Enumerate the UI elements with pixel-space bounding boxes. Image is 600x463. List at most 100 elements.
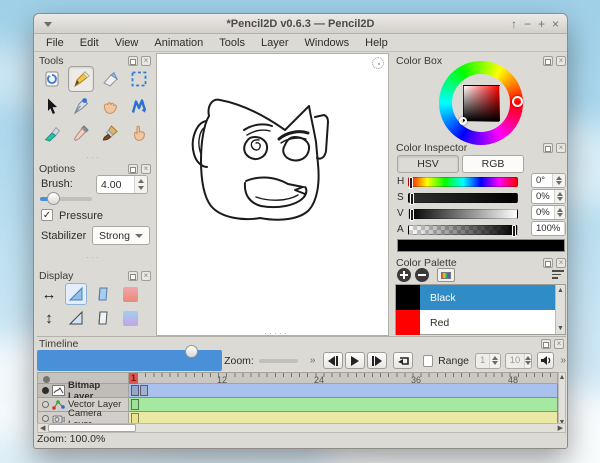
timeline-vertical-scrollbar[interactable]: ▲ ▼ [558,372,566,428]
close-button[interactable]: × [552,14,559,34]
next-frame-button[interactable] [367,352,387,369]
menu-layer[interactable]: Layer [253,35,297,51]
flip-vertical-button[interactable]: ↕ [38,307,60,329]
titlebar[interactable]: *Pencil2D v0.6.3 — Pencil2D ↑ − + × [34,14,567,34]
prev-frame-button[interactable] [323,352,343,369]
tool-eraser-button[interactable] [97,66,123,92]
onion-blue-button[interactable] [119,307,141,329]
tool-pencil-button[interactable] [68,66,94,92]
hue-slider[interactable] [408,177,518,187]
keyframe-cell[interactable] [131,399,139,410]
scroll-right-icon[interactable]: ▶ [558,425,563,432]
onion-red-button[interactable] [119,283,141,305]
sv-handle[interactable] [459,117,467,125]
value-slider[interactable] [408,209,518,219]
onion-prev-button[interactable] [65,283,87,305]
tool-clear-button[interactable] [39,66,65,92]
colorbox-close-icon[interactable] [556,56,566,66]
tool-brush-button[interactable] [97,120,123,146]
layer-label-bitmap[interactable]: Bitmap Layer [37,384,129,398]
tool-select-button[interactable] [126,66,152,92]
alpha-slider[interactable] [408,225,518,235]
onion-next-button[interactable] [65,307,87,329]
tool-finger-button[interactable] [126,120,152,146]
menu-tools[interactable]: Tools [211,35,253,51]
tool-pen-button[interactable] [68,93,94,119]
display-close-icon[interactable] [141,271,151,281]
onion-skin-outline-button[interactable] [92,307,114,329]
palette-list-menu-icon[interactable] [552,270,564,280]
colorbox-float-icon[interactable] [543,56,553,66]
timeline-horizontal-scrollbar[interactable]: ◀ ▶ [37,423,566,433]
menu-help[interactable]: Help [357,35,396,51]
range-end-spinbox[interactable]: 10 [505,353,532,369]
splitter-handle[interactable]: ··· [86,252,101,262]
saturation-value-square[interactable] [463,85,500,122]
menu-edit[interactable]: Edit [72,35,107,51]
tab-hsv[interactable]: HSV [397,155,459,173]
tool-polyline-button[interactable] [126,93,152,119]
options-float-icon[interactable] [128,164,138,174]
layer-visibility-icon[interactable] [42,415,49,422]
palette-item-black[interactable]: Black [396,285,565,310]
visibility-all-icon[interactable] [43,376,50,383]
brush-size-spinbox[interactable]: 4.00 [96,175,148,194]
track-vector[interactable] [129,398,558,412]
tool-eyedropper-button[interactable] [68,120,94,146]
scrollbar-thumb[interactable] [48,424,136,432]
track-bitmap[interactable] [129,384,558,398]
drawing-canvas[interactable] [156,53,389,336]
display-float-icon[interactable] [128,271,138,281]
value-spinbox[interactable]: 0% [531,205,566,220]
keep-above-button[interactable]: ↑ [511,14,517,34]
maximize-button[interactable]: + [538,14,545,34]
colorpalette-float-icon[interactable] [543,258,553,268]
brush-size-slider[interactable] [40,197,92,201]
loop-button[interactable] [393,352,413,369]
minimize-button[interactable]: − [524,14,531,34]
frame-ruler[interactable]: 1 12 24 36 48 [129,372,558,384]
options-close-icon[interactable] [141,164,151,174]
color-wheel[interactable] [439,61,523,145]
remove-color-button[interactable] [415,268,429,282]
playhead[interactable]: 1 [129,373,138,384]
toolbar-overflow-right[interactable]: » [560,355,566,366]
window-menu-icon[interactable] [44,22,52,27]
colorpalette-close-icon[interactable] [556,258,566,268]
palette-item-red[interactable]: Red [396,310,565,335]
menu-view[interactable]: View [107,35,147,51]
timeline-close-icon[interactable] [554,339,564,349]
tool-smudge-button[interactable] [39,120,65,146]
tools-close-icon[interactable] [141,56,151,66]
tab-rgb[interactable]: RGB [462,155,524,173]
add-color-button[interactable] [397,268,411,282]
keyframe-cell[interactable] [140,385,148,396]
onion-skin-button[interactable] [92,283,114,305]
scroll-left-icon[interactable]: ◀ [40,425,45,432]
saturation-slider[interactable] [408,193,518,203]
colorinspector-float-icon[interactable] [543,143,553,153]
tools-float-icon[interactable] [128,56,138,66]
play-button[interactable] [345,352,365,369]
tool-hand-button[interactable] [97,93,123,119]
toolbar-overflow-left[interactable]: » [310,355,316,366]
layer-visibility-icon[interactable] [42,401,49,408]
colorinspector-close-icon[interactable] [556,143,566,153]
alpha-spinbox[interactable]: 100% [531,221,566,236]
palette-swatch-mode-button[interactable] [437,268,455,282]
canvas-overlay-icon[interactable] [372,57,384,69]
range-start-spinbox[interactable]: 1 [475,353,501,369]
tool-move-button[interactable] [39,93,65,119]
layer-visibility-icon[interactable] [42,387,49,394]
palette-scrollbar[interactable]: ▲ ▼ [555,285,565,334]
keyframe-cell[interactable] [131,385,139,396]
splitter-handle[interactable]: ··· [86,152,101,162]
menu-file[interactable]: File [38,35,72,51]
range-checkbox[interactable] [423,355,433,367]
scroll-up-icon[interactable]: ▲ [557,287,564,294]
timeline-float-icon[interactable] [541,339,551,349]
scroll-up-icon[interactable]: ▲ [559,374,566,381]
menu-animation[interactable]: Animation [146,35,211,51]
timeline-zoom-slider[interactable] [259,359,298,363]
sound-button[interactable] [537,352,554,369]
